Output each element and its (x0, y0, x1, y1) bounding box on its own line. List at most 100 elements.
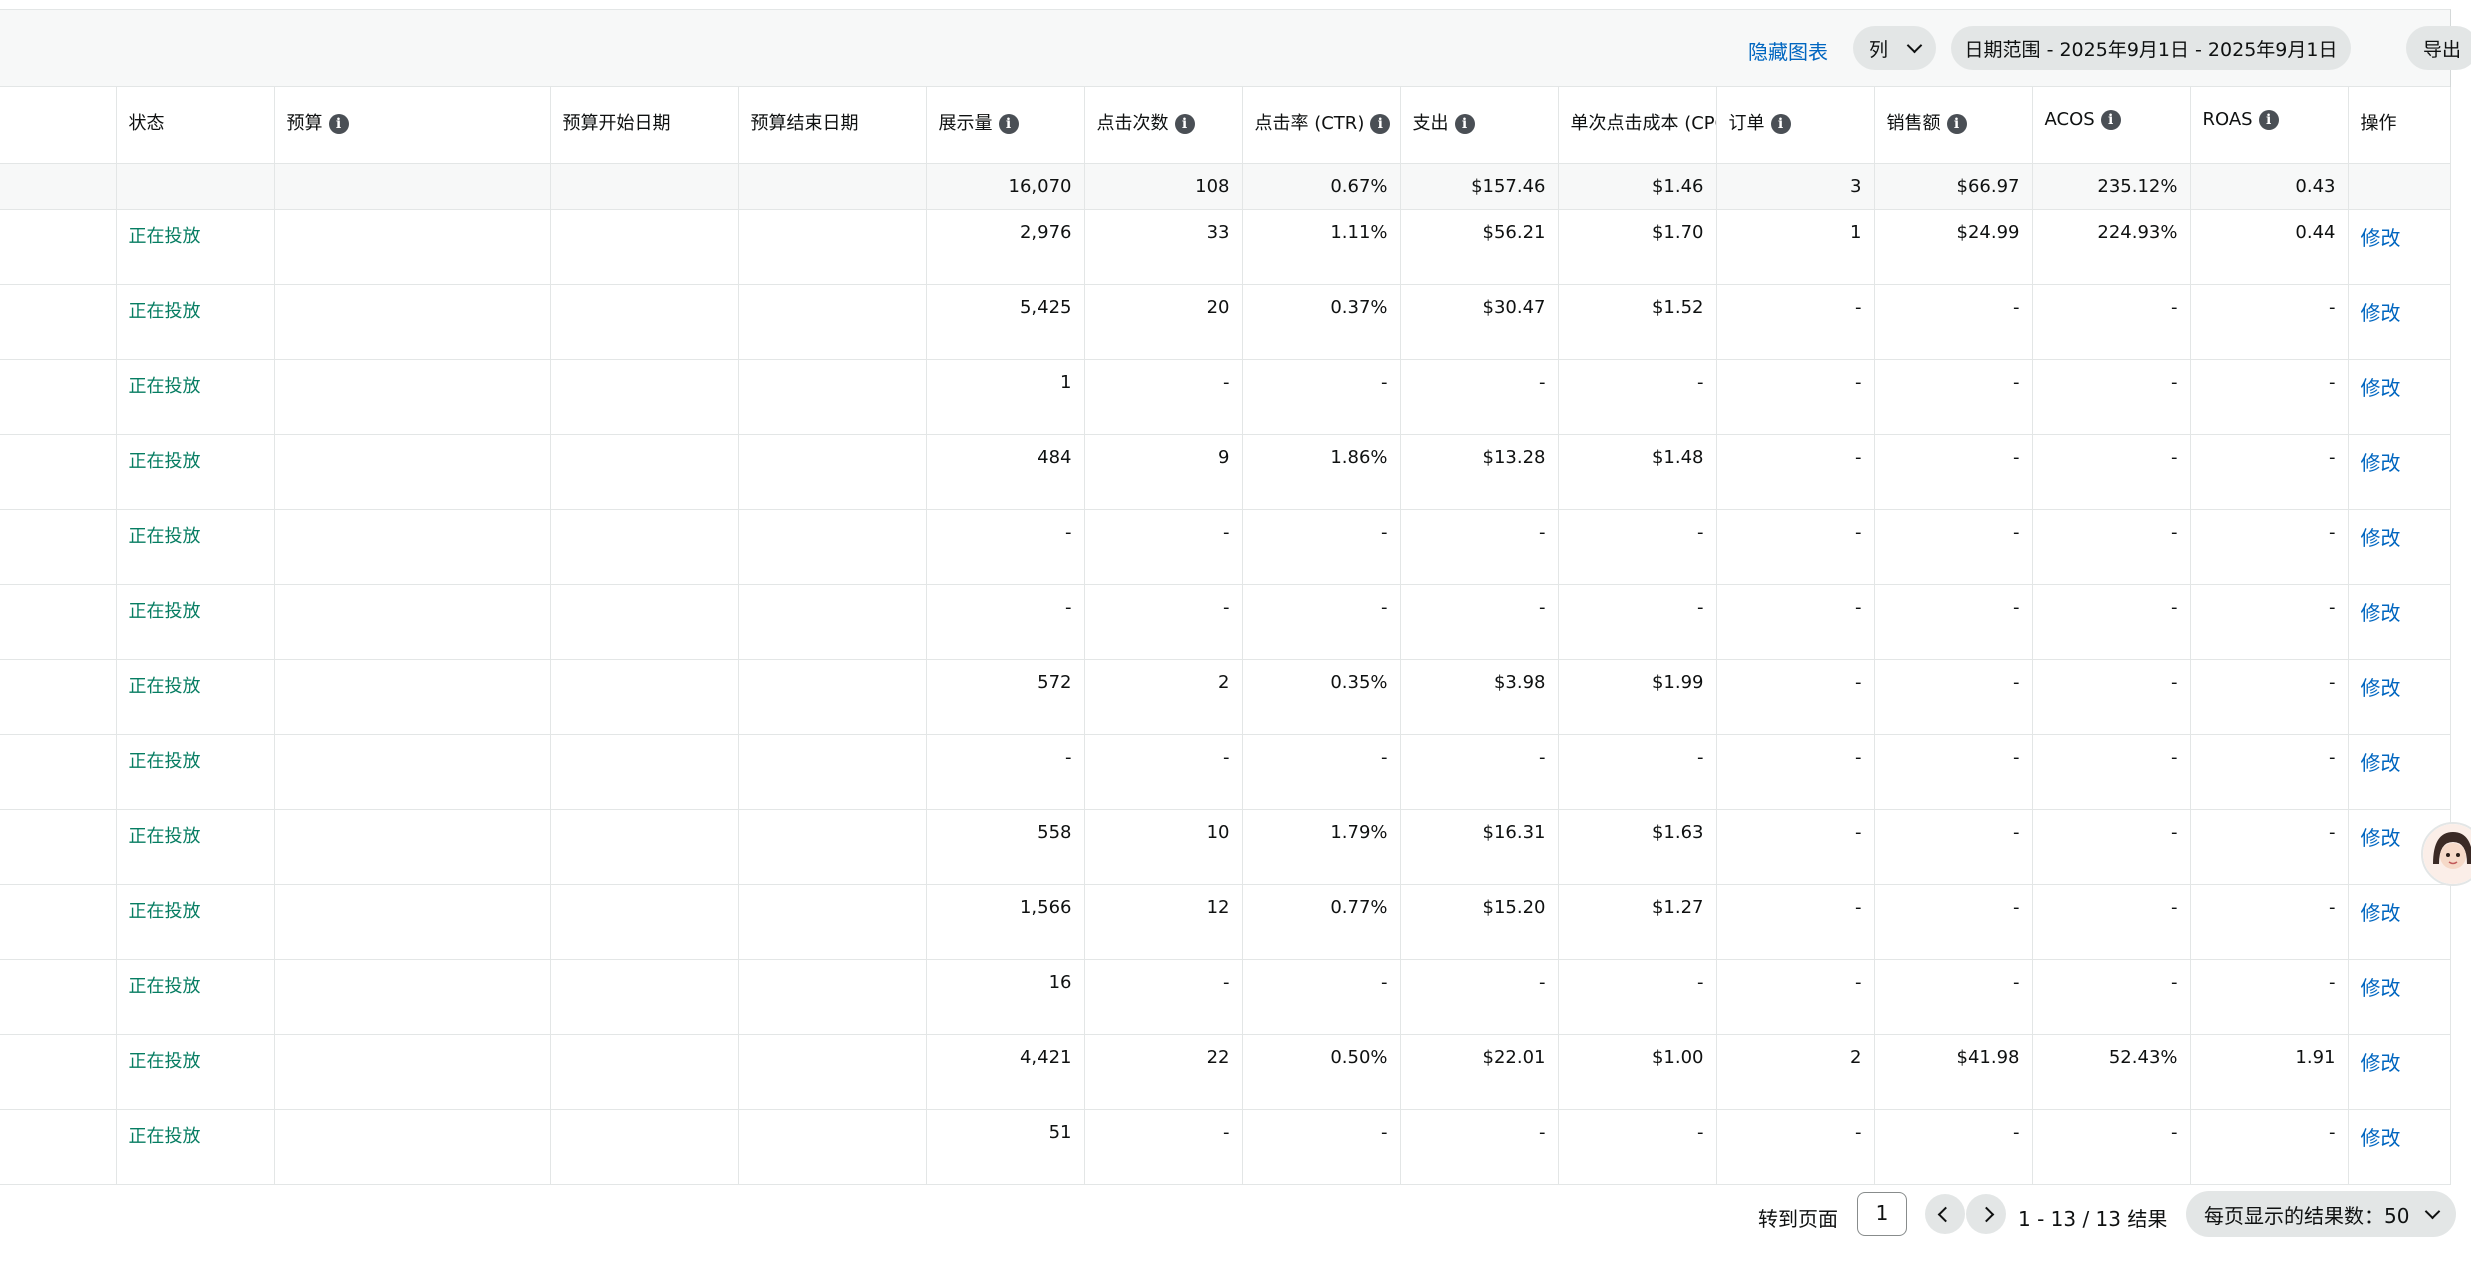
col-header-orders[interactable]: 订单 i (1716, 87, 1875, 164)
col-header-acos[interactable]: ACOS i (2032, 87, 2191, 164)
cell-cpc: - (1558, 509, 1717, 585)
cell-status: 正在投放 (116, 209, 275, 285)
col-header-impressions[interactable]: 展示量 i (926, 87, 1085, 164)
edit-link[interactable]: 修改 (2361, 676, 2401, 700)
cell-roas: - (2190, 359, 2349, 435)
cell-actions: 修改 (2348, 284, 2451, 360)
table-panel: 隐藏图表 列 日期范围 - 2025年9月1日 - 2025年9月1日 导出 状… (0, 9, 2471, 1185)
cell-acos: 224.93% (2032, 209, 2191, 285)
edit-link[interactable]: 修改 (2361, 976, 2401, 1000)
result-count: 1 - 13 / 13 结果 (2018, 1207, 2168, 1231)
cell-acos: - (2032, 659, 2191, 735)
cell-clicks: 9 (1084, 434, 1243, 510)
cell-cpc: - (1558, 359, 1717, 435)
cell-actions: 修改 (2348, 359, 2451, 435)
row-selector-cell (0, 809, 117, 885)
cell-acos: - (2032, 359, 2191, 435)
export-button[interactable]: 导出 (2406, 26, 2471, 70)
cell-ctr: 0.77% (1242, 884, 1401, 960)
info-icon[interactable]: i (1770, 114, 1791, 134)
table-row: 正在投放 572 2 0.35% $3.98 $1.99- - - - 修改 (0, 659, 2451, 735)
edit-link[interactable]: 修改 (2361, 826, 2401, 850)
summary-row: 16,070 108 0.67% $157.46 $1.46 3 $66.97 235.12%… (0, 163, 2451, 210)
cell-sales: - (1874, 359, 2033, 435)
edit-link[interactable]: 修改 (2361, 226, 2401, 250)
edit-link[interactable]: 修改 (2361, 526, 2401, 550)
cell-status: 正在投放 (116, 659, 275, 735)
info-icon[interactable]: i (1174, 114, 1195, 134)
cell-roas: - (2190, 659, 2349, 735)
col-header-budget-end[interactable]: 预算结束日期 (738, 87, 927, 164)
cell-roas: 0.44 (2190, 209, 2349, 285)
col-header-spend[interactable]: 支出 i (1400, 87, 1559, 164)
col-header-ctr[interactable]: 点击率 (CTR) i (1242, 87, 1401, 164)
edit-link[interactable]: 修改 (2361, 901, 2401, 925)
cell-status: 正在投放 (116, 584, 275, 660)
cell-roas: - (2190, 434, 2349, 510)
info-icon[interactable]: i (328, 114, 349, 134)
col-header-sales[interactable]: 销售额 i (1874, 87, 2033, 164)
table-body: 16,070 108 0.67% $157.46 $1.46 3 $66.97 235.12%… (0, 163, 2451, 1185)
cell-cpc: - (1558, 584, 1717, 660)
table-row: 正在投放 1,566 12 0.77% $15.20 $1.27- - - - 修改 (0, 884, 2451, 960)
cell-roas: - (2190, 509, 2349, 585)
edit-link[interactable]: 修改 (2361, 451, 2401, 475)
chevron-down-icon (1906, 37, 1923, 53)
col-header-cpc[interactable]: 单次点击成本 (CPC) (1558, 87, 1717, 164)
info-icon[interactable]: i (2258, 110, 2279, 130)
cell-actions: 修改 (2348, 734, 2451, 810)
info-icon[interactable]: i (998, 114, 1019, 134)
columns-dropdown[interactable]: 列 (1853, 26, 1936, 70)
info-icon[interactable]: i (1946, 114, 1967, 134)
cell-orders: - (1716, 1109, 1875, 1185)
campaign-table: 状态 预算 i 预算开始日期 预算结束日期 展示量 i 点击次数 i 点击率 (CTR… (0, 87, 2451, 1185)
prev-page-button[interactable] (1925, 1194, 1965, 1234)
col-header-budget[interactable]: 预算 i (274, 87, 551, 164)
cell-budget-start (550, 434, 739, 510)
hide-chart-link[interactable]: 隐藏图表 (1748, 36, 1828, 65)
edit-link[interactable]: 修改 (2361, 301, 2401, 325)
cell-cpc: - (1558, 734, 1717, 810)
edit-link[interactable]: 修改 (2361, 751, 2401, 775)
cell-status: 正在投放 (116, 734, 275, 810)
cell-acos: - (2032, 284, 2191, 360)
col-header-roas[interactable]: ROAS i (2190, 87, 2349, 164)
info-icon[interactable]: i (1454, 114, 1475, 134)
cell-budget-start (550, 809, 739, 885)
cell-roas: - (2190, 284, 2349, 360)
cell-clicks: - (1084, 959, 1243, 1035)
edit-link[interactable]: 修改 (2361, 1126, 2401, 1150)
summary-budget-start (550, 163, 739, 210)
date-range-button[interactable]: 日期范围 - 2025年9月1日 - 2025年9月1日 (1951, 26, 2351, 70)
cell-ctr: - (1242, 1109, 1401, 1185)
cell-roas: - (2190, 584, 2349, 660)
col-header-clicks[interactable]: 点击次数 i (1084, 87, 1243, 164)
cell-ctr: - (1242, 584, 1401, 660)
cell-impressions: 16 (926, 959, 1085, 1035)
cell-cpc: $1.00 (1558, 1034, 1717, 1110)
cell-budget-end (738, 509, 927, 585)
cell-spend: - (1400, 734, 1559, 810)
cell-impressions: 572 (926, 659, 1085, 735)
table-row: 正在投放 - - - - - - - - - 修改 (0, 734, 2451, 810)
cell-budget (274, 659, 551, 735)
col-header-status[interactable]: 状态 (116, 87, 275, 164)
info-icon[interactable]: i (2100, 110, 2121, 130)
cell-budget (274, 284, 551, 360)
page-number-input[interactable]: 1 (1857, 1192, 1907, 1236)
cell-cpc: $1.70 (1558, 209, 1717, 285)
cell-ctr: 0.50% (1242, 1034, 1401, 1110)
edit-link[interactable]: 修改 (2361, 601, 2401, 625)
edit-link[interactable]: 修改 (2361, 376, 2401, 400)
next-page-button[interactable] (1966, 1194, 2006, 1234)
cell-status: 正在投放 (116, 809, 275, 885)
cell-ctr: 0.37% (1242, 284, 1401, 360)
edit-link[interactable]: 修改 (2361, 1051, 2401, 1075)
cell-status: 正在投放 (116, 1034, 275, 1110)
row-selector-cell (0, 163, 117, 210)
info-icon[interactable]: i (1370, 114, 1391, 134)
col-header-budget-start[interactable]: 预算开始日期 (550, 87, 739, 164)
per-page-dropdown[interactable]: 每页显示的结果数：50 (2186, 1191, 2456, 1237)
cell-acos: - (2032, 734, 2191, 810)
cell-ctr: 1.79% (1242, 809, 1401, 885)
